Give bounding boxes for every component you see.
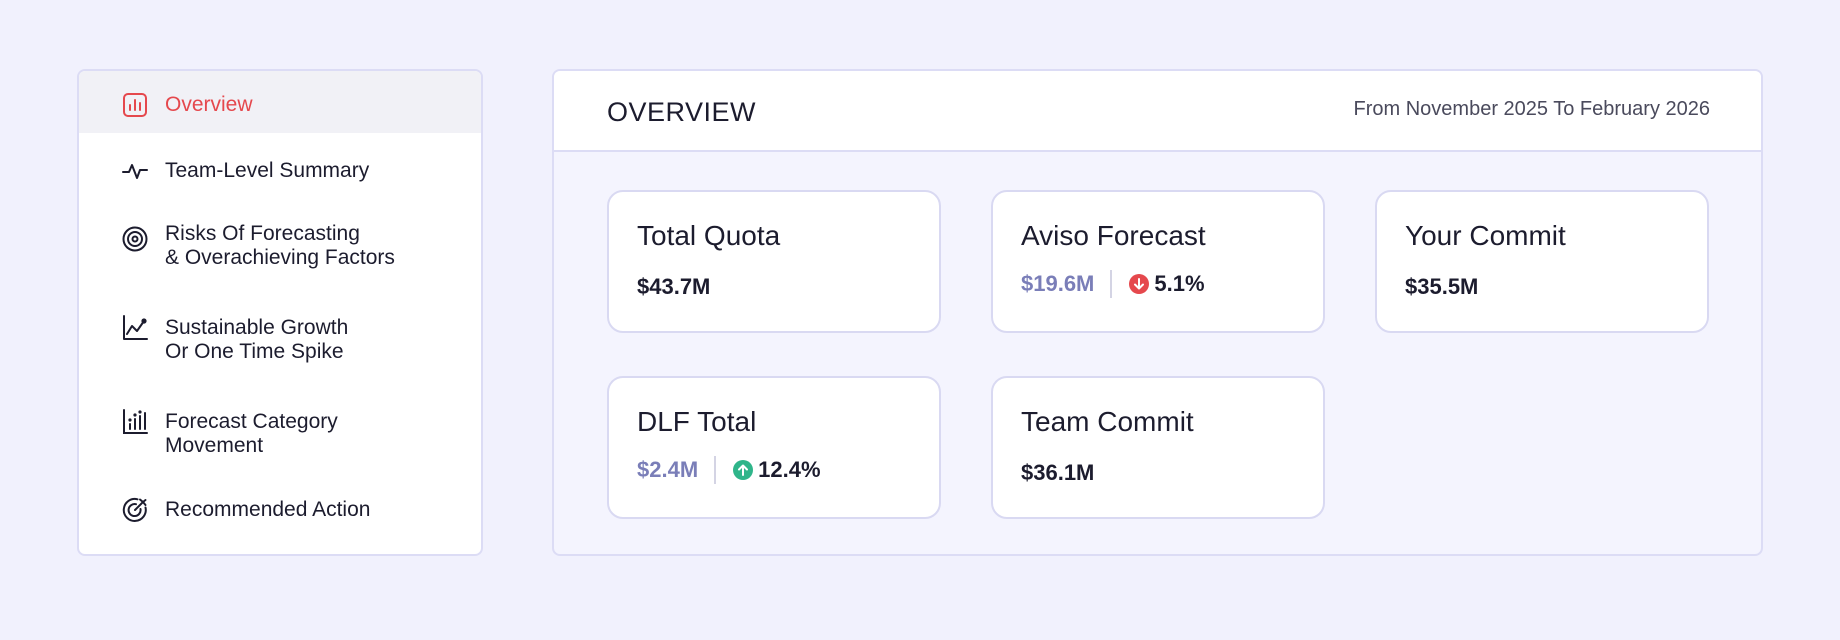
panel-header: OVERVIEW From November 2025 To February … xyxy=(554,71,1761,152)
card-your-commit: Your Commit $35.5M xyxy=(1375,190,1709,333)
card-value: $19.6M xyxy=(1021,271,1095,296)
sidebar-item-recommended-action[interactable]: Recommended Action xyxy=(79,496,481,524)
change-indicator: 5.1% xyxy=(1128,271,1205,297)
sidebar-item-overview[interactable]: Overview xyxy=(79,71,481,133)
card-aviso-forecast: Aviso Forecast $19.6M 5.1% xyxy=(991,190,1325,333)
card-value-row: $2.4M 12.4% xyxy=(637,456,821,484)
card-value: $35.5M xyxy=(1405,274,1479,299)
divider xyxy=(1110,270,1113,298)
divider xyxy=(714,456,717,484)
trend-chart-icon xyxy=(121,314,149,342)
activity-icon xyxy=(121,157,149,185)
sidebar-item-sustainable-growth[interactable]: Sustainable Growth Or One Time Spike xyxy=(79,314,481,364)
card-value-row: $19.6M 5.1% xyxy=(1021,270,1205,298)
change-value: 5.1% xyxy=(1154,271,1205,296)
card-title: Your Commit xyxy=(1405,220,1566,251)
sidebar-item-risks-of-forecasting[interactable]: Risks Of Forecasting & Overachieving Fac… xyxy=(79,220,481,270)
change-value: 12.4% xyxy=(758,457,821,482)
sidebar-item-team-level-summary[interactable]: Team-Level Summary xyxy=(79,157,481,185)
date-range: From November 2025 To February 2026 xyxy=(1353,98,1710,120)
target-arrow-icon xyxy=(121,496,149,524)
arrow-down-circle-icon xyxy=(1129,274,1150,294)
dot-bar-chart-icon xyxy=(121,408,149,436)
card-value: $36.1M xyxy=(1021,460,1095,485)
card-title: Aviso Forecast xyxy=(1021,220,1206,251)
sidebar-item-label: Team-Level Summary xyxy=(165,159,370,182)
card-title: Team Commit xyxy=(1021,406,1194,437)
overview-panel: OVERVIEW From November 2025 To February … xyxy=(552,69,1763,556)
bar-chart-icon xyxy=(121,91,149,119)
sidebar-item-label: Forecast Category Movement xyxy=(165,410,338,457)
card-title: Total Quota xyxy=(637,220,781,251)
change-indicator: 12.4% xyxy=(732,457,821,483)
sidebar-item-label: Recommended Action xyxy=(165,498,371,521)
target-icon xyxy=(121,225,149,253)
sidebar-item-label: Sustainable Growth Or One Time Spike xyxy=(165,316,349,363)
card-title: DLF Total xyxy=(637,406,757,437)
card-team-commit: Team Commit $36.1M xyxy=(991,376,1325,519)
sidebar-item-forecast-category-movement[interactable]: Forecast Category Movement xyxy=(79,408,481,458)
sidebar-nav: Overview Team-Level Summary Risks Of For… xyxy=(77,69,483,556)
sidebar-item-label: Risks Of Forecasting & Overachieving Fac… xyxy=(165,222,395,269)
card-dlf-total: DLF Total $2.4M 12.4% xyxy=(607,376,941,519)
page-title: OVERVIEW xyxy=(607,97,757,127)
card-value: $43.7M xyxy=(637,274,711,299)
arrow-up-circle-icon xyxy=(733,460,754,480)
card-total-quota: Total Quota $43.7M xyxy=(607,190,941,333)
card-value: $2.4M xyxy=(637,457,699,482)
sidebar-item-label: Overview xyxy=(165,93,253,116)
